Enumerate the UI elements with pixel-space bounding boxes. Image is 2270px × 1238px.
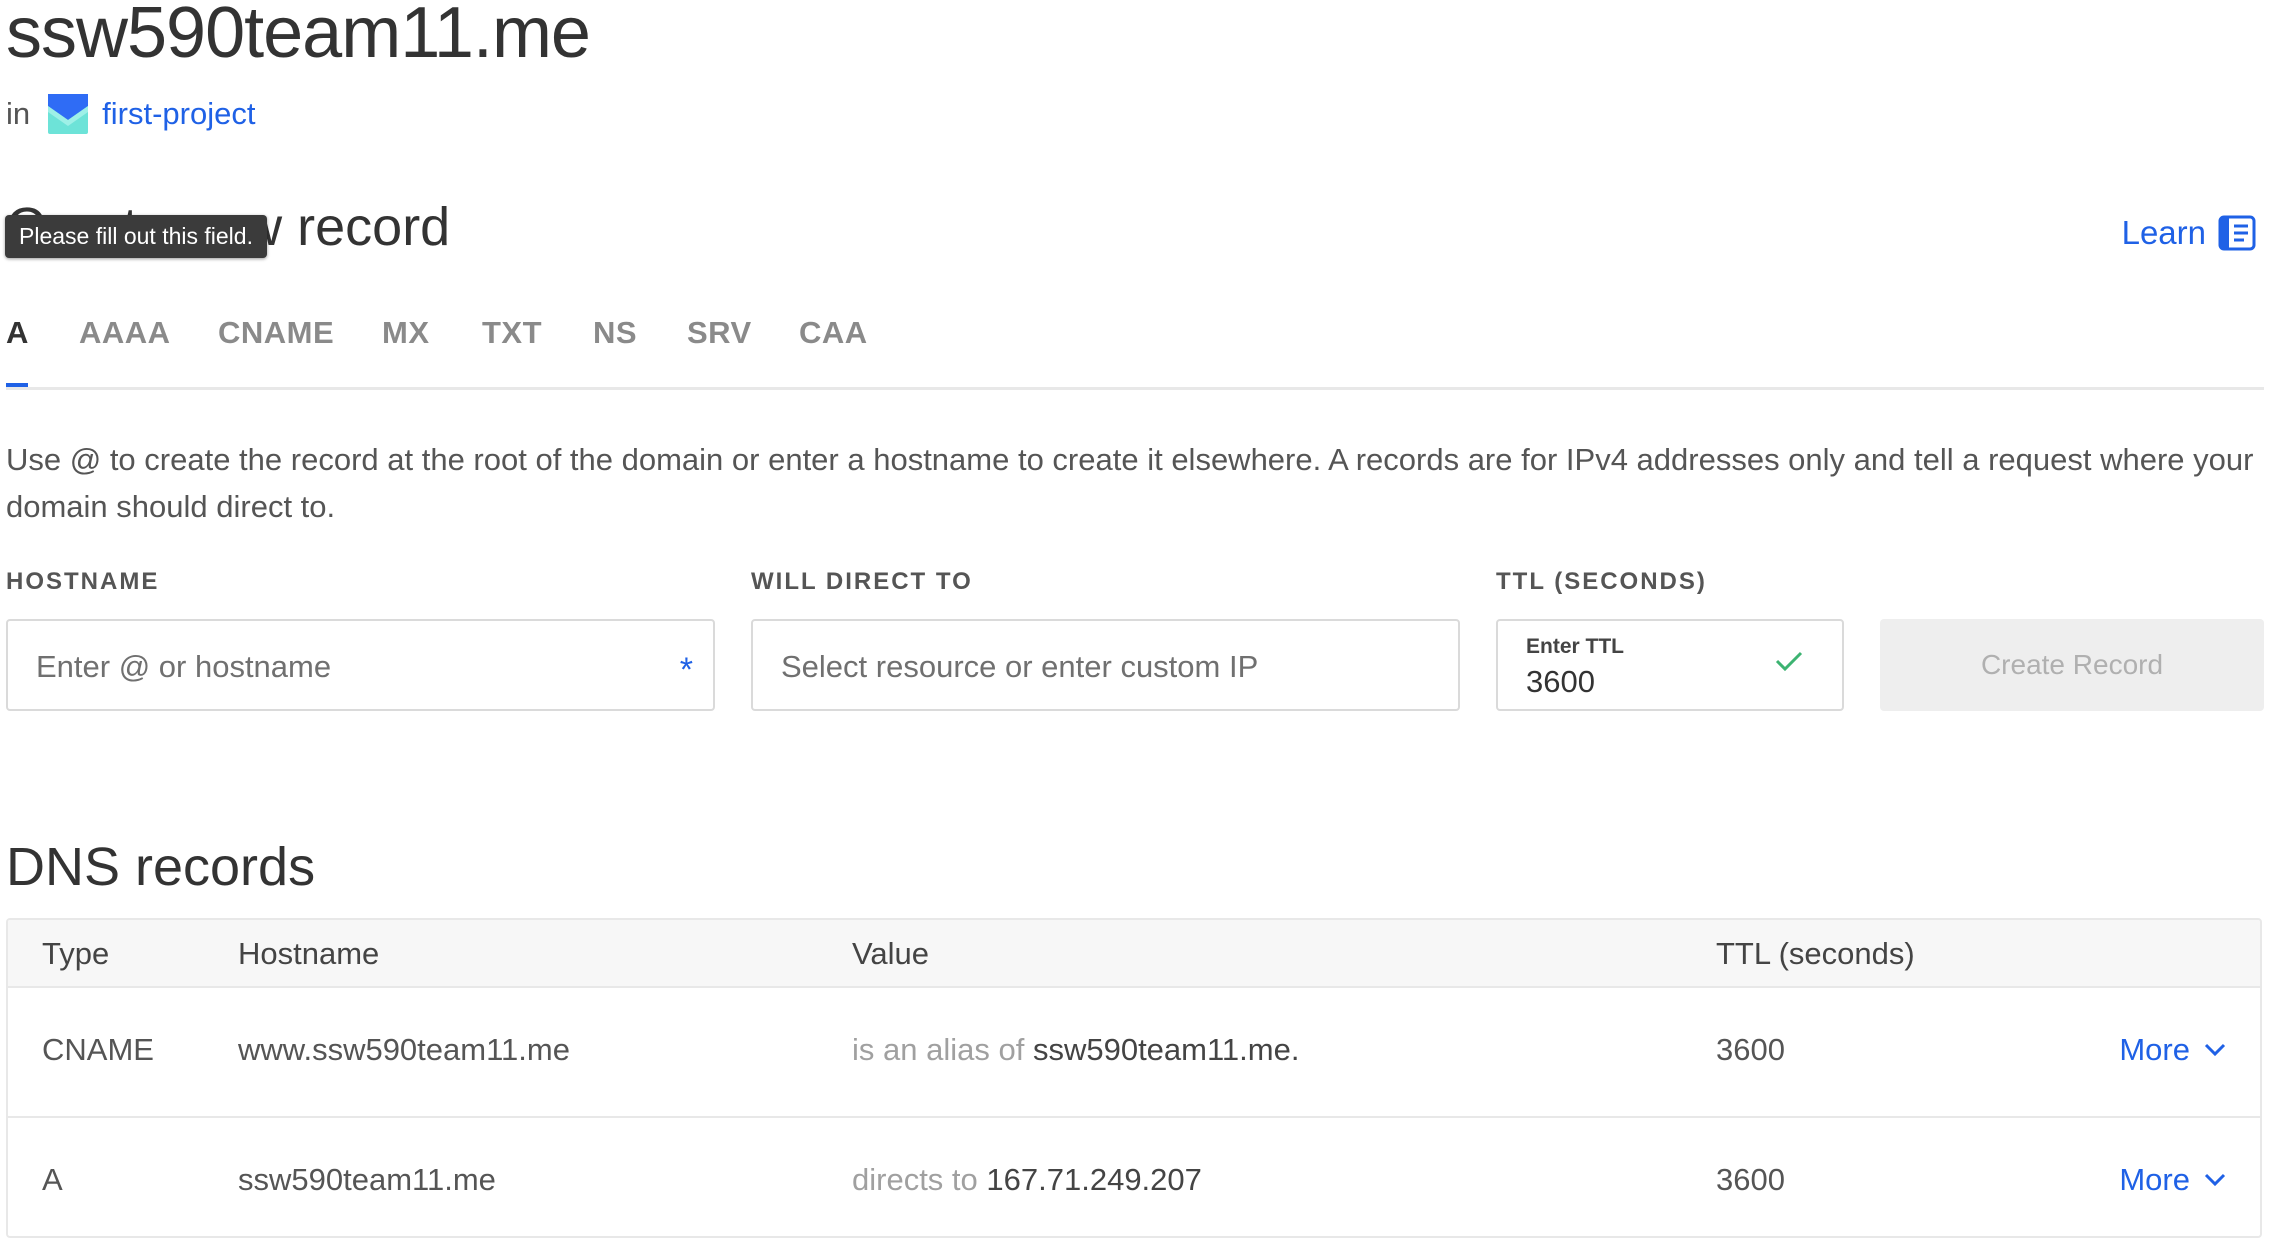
column-value: Value [852, 936, 929, 971]
dns-records-heading: DNS records [6, 837, 316, 897]
book-icon [2218, 215, 2256, 251]
learn-label: Learn [2121, 214, 2206, 251]
table-header: Type Hostname Value TTL (seconds) [8, 920, 2260, 988]
record-value: directs to 167.71.249.207 [852, 1162, 1202, 1198]
record-type: A [42, 1162, 63, 1197]
ttl-field-label: Enter TTL [1526, 635, 1624, 658]
column-hostname: Hostname [238, 936, 380, 971]
table-row: CNAME www.ssw590team11.me is an alias of… [8, 988, 2260, 1118]
tab-caa[interactable]: CAA [799, 315, 868, 371]
validation-tooltip: Please fill out this field. [5, 215, 267, 258]
record-value-prefix: is an alias of [852, 1032, 1025, 1067]
project-link[interactable]: first-project [102, 96, 255, 132]
project-prefix: in [6, 96, 31, 131]
hostname-placeholder: Enter @ or hostname [36, 649, 332, 684]
more-dropdown[interactable]: More [2119, 1162, 2226, 1198]
tab-cname[interactable]: CNAME [218, 315, 334, 371]
active-tab-indicator [6, 383, 28, 387]
column-ttl: TTL (seconds) [1716, 936, 1915, 971]
more-label: More [2119, 1032, 2190, 1067]
record-value-prefix: directs to [852, 1162, 978, 1197]
tab-a[interactable]: A [6, 315, 29, 371]
column-type: Type [42, 936, 110, 971]
record-hostname: www.ssw590team11.me [238, 1032, 570, 1067]
tab-ns[interactable]: NS [593, 315, 637, 371]
direct-to-input[interactable]: Select resource or enter custom IP [751, 619, 1460, 711]
record-hostname: ssw590team11.me [238, 1162, 496, 1197]
tab-mx[interactable]: MX [382, 315, 430, 371]
tab-aaaa[interactable]: AAAA [79, 315, 171, 371]
chevron-down-icon [2204, 1043, 2226, 1057]
dns-records-table: Type Hostname Value TTL (seconds) CNAME … [6, 918, 2262, 1238]
create-record-button[interactable]: Create Record [1880, 619, 2264, 711]
record-value-text: ssw590team11.me. [1032, 1032, 1300, 1067]
table-row: A ssw590team11.me directs to 167.71.249.… [8, 1118, 2260, 1236]
tab-txt[interactable]: TXT [482, 315, 542, 371]
project-line: in first-project [6, 94, 255, 134]
hostname-input[interactable]: Enter @ or hostname * [6, 619, 715, 711]
direct-to-placeholder: Select resource or enter custom IP [781, 649, 1259, 684]
record-description: Use @ to create the record at the root o… [6, 442, 2254, 524]
ttl-value: 3600 [1526, 664, 1595, 699]
ttl-input[interactable]: Enter TTL 3600 [1496, 619, 1844, 711]
page-title: ssw590team11.me [6, 0, 591, 73]
more-dropdown[interactable]: More [2119, 1032, 2226, 1068]
more-label: More [2119, 1162, 2190, 1197]
required-asterisk: * [679, 651, 693, 689]
record-type-tabs: A AAAA CNAME MX TXT NS SRV CAA [6, 315, 2264, 390]
hostname-label: HOSTNAME [6, 568, 160, 595]
record-type: CNAME [42, 1032, 154, 1067]
learn-link[interactable]: Learn [2122, 214, 2256, 252]
record-value: is an alias of ssw590team11.me. [852, 1032, 1299, 1068]
checkmark-icon [1775, 651, 1803, 672]
record-ttl: 3600 [1716, 1162, 1785, 1197]
tab-srv[interactable]: SRV [687, 315, 752, 371]
record-value-text: 167.71.249.207 [986, 1162, 1202, 1197]
ttl-label: TTL (SECONDS) [1496, 568, 1707, 595]
project-logo-icon [48, 94, 89, 134]
direct-to-label: WILL DIRECT TO [751, 568, 973, 595]
chevron-down-icon [2204, 1173, 2226, 1187]
record-ttl: 3600 [1716, 1032, 1785, 1067]
